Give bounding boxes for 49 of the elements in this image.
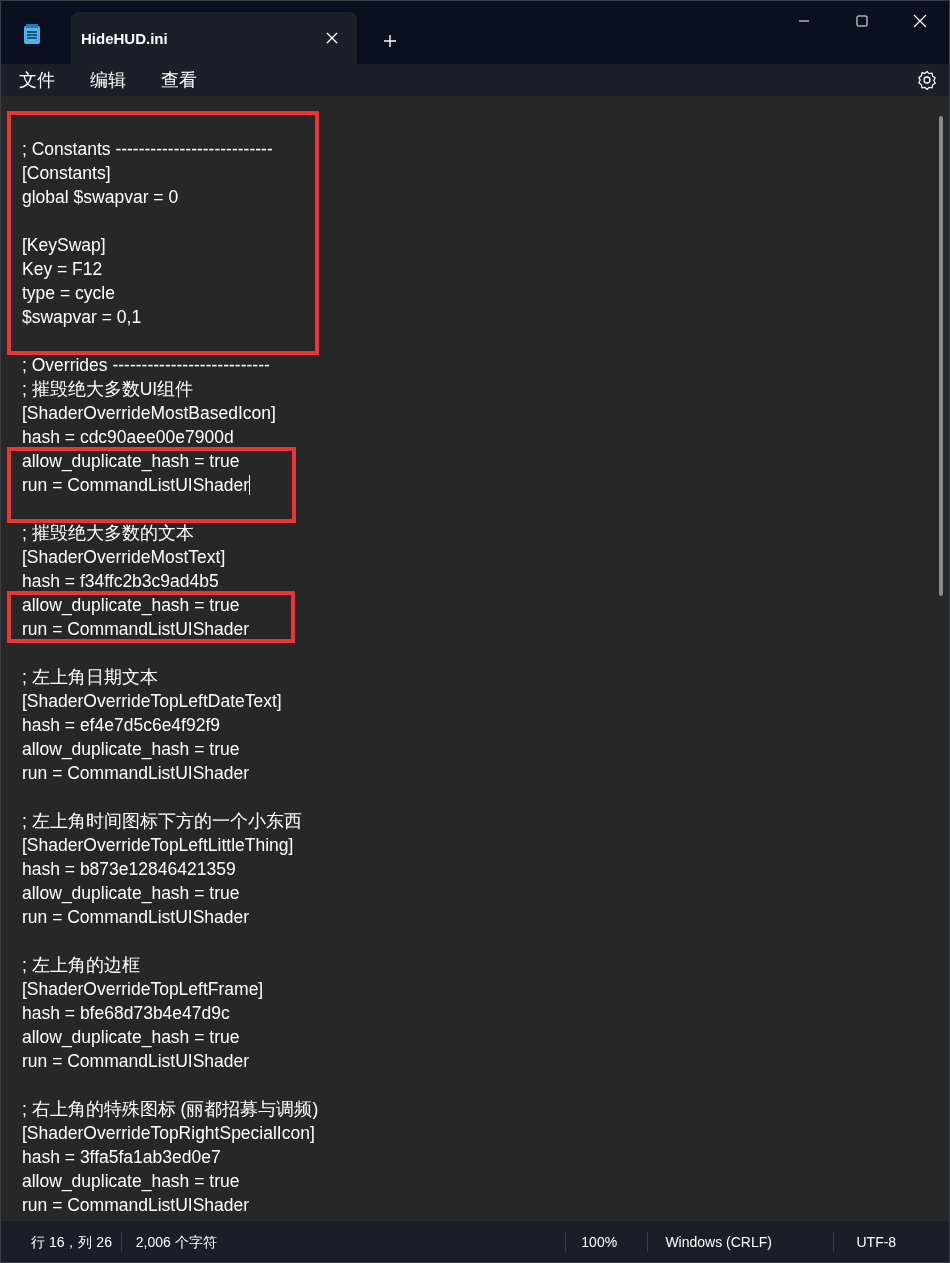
code-line: run = CommandListUIShader — [22, 1050, 250, 1073]
code-line: ; Constants --------------------------- — [22, 138, 273, 161]
code-line: allow_duplicate_hash = true — [22, 1170, 240, 1193]
code-line: global $swapvar = 0 — [22, 186, 179, 209]
code-line: [Constants] — [22, 162, 111, 185]
code-line: ; 摧毁绝大多数的文本 — [22, 522, 194, 545]
code-line: hash = bfe68d73b4e47d9c — [22, 1002, 230, 1025]
code-line: hash = ef4e7d5c6e4f92f9 — [22, 714, 221, 737]
code-line: [ShaderOverrideTopLeftDateText] — [22, 690, 282, 713]
code-line: [KeySwap] — [22, 234, 106, 257]
code-line: allow_duplicate_hash = true — [22, 594, 240, 617]
code-line: hash = b873e12846421359 — [22, 858, 236, 881]
code-line: [ShaderOverrideTopLeftLittleThing] — [22, 834, 294, 857]
code-line: allow_duplicate_hash = true — [22, 882, 240, 905]
code-line: allow_duplicate_hash = true — [22, 1026, 240, 1049]
code-line: $swapvar = 0,1 — [22, 306, 142, 329]
code-line: allow_duplicate_hash = true — [22, 738, 240, 761]
code-line: ; 左上角时间图标下方的一个小东西 — [22, 810, 302, 833]
code-line: [ShaderOverrideTopLeftFrame] — [22, 978, 264, 1001]
menu-item[interactable]: 编辑 — [80, 66, 136, 94]
code-line: [ShaderOverrideMostBasedIcon] — [22, 402, 276, 425]
code-line: allow_duplicate_hash = true — [22, 450, 240, 473]
code-line: hash = cdc90aee00e7900d — [22, 426, 234, 449]
code-line: hash = 3ffa5fa1ab3ed0e7 — [22, 1146, 221, 1169]
cursor-position: 行 16，列 26 — [1, 1231, 122, 1252]
code-line: run = CommandListUIShader — [22, 906, 250, 929]
menu-item[interactable]: 文件 — [9, 66, 65, 94]
code-line: type = cycle — [22, 282, 115, 305]
code-line: ; 右上角的特殊图标 (丽都招募与调频) — [22, 1098, 319, 1121]
notepad-icon — [23, 23, 41, 45]
code-line: run = CommandListUIShader — [22, 474, 250, 497]
code-line: Key = F12 — [22, 258, 103, 281]
scrollbar[interactable] — [939, 116, 943, 596]
code-line: [ShaderOverrideTopRightSpecialIcon] — [22, 1122, 315, 1145]
code-line: ; 左上角的边框 — [22, 954, 140, 977]
character-count: 2,006 个字符 — [121, 1231, 567, 1252]
line-ending: Windows (CRLF) — [648, 1231, 835, 1252]
code-line: ; Overrides --------------------------- — [22, 354, 270, 377]
code-line: ; 左上角日期文本 — [22, 666, 158, 689]
code-line: run = CommandListUIShader — [22, 1194, 250, 1217]
zoom-level: 100% — [566, 1231, 649, 1252]
code-line: ; 摧毁绝大多数UI组件 — [22, 378, 194, 401]
code-line: hash = f34ffc2b3c9ad4b5 — [22, 570, 219, 593]
file-tab[interactable]: HideHUD.ini — [71, 12, 357, 64]
encoding: UTF-8 — [855, 1232, 898, 1252]
code-line: run = CommandListUIShader — [22, 762, 250, 785]
menu-item[interactable]: 查看 — [151, 66, 207, 94]
code-line: [ShaderOverrideMostText] — [22, 546, 226, 569]
code-line: run = CommandListUIShader — [22, 618, 250, 641]
